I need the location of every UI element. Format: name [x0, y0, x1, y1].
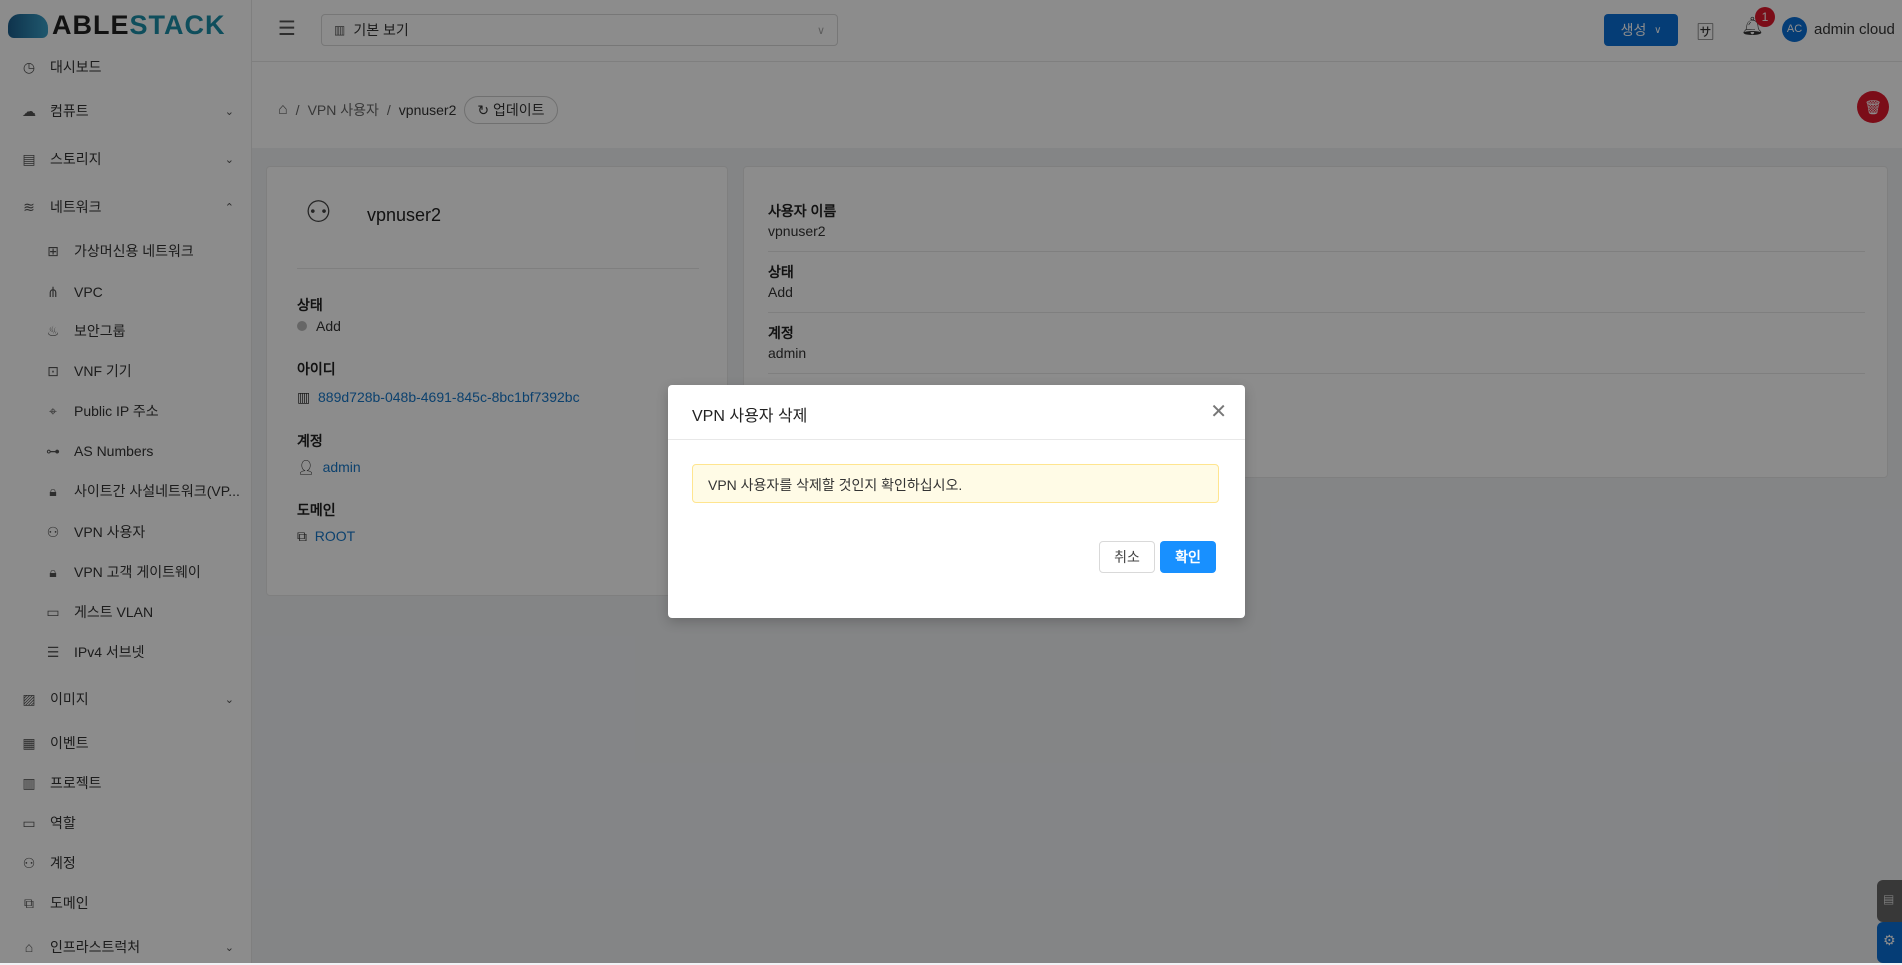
warning-alert: VPN 사용자를 삭제할 것인지 확인하십시오. [692, 464, 1219, 503]
confirm-button[interactable]: 확인 [1160, 541, 1216, 573]
close-icon[interactable]: ✕ [1210, 399, 1227, 424]
delete-vpn-user-dialog: VPN 사용자 삭제 ✕ VPN 사용자를 삭제할 것인지 확인하십시오. 취소… [668, 385, 1245, 618]
cancel-button[interactable]: 취소 [1099, 541, 1155, 573]
modal-title: VPN 사용자 삭제 [692, 408, 808, 425]
